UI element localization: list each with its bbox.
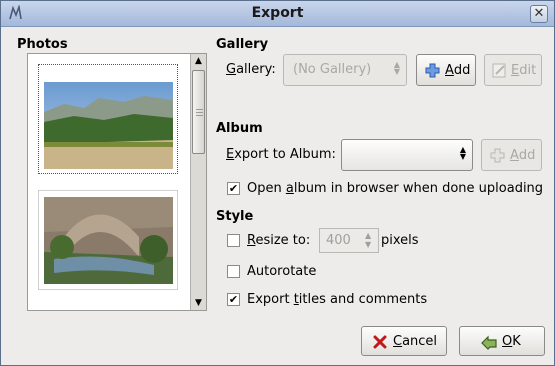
- gallery-add-label: Add: [445, 62, 471, 78]
- close-icon: ✕: [533, 6, 545, 21]
- photo-item[interactable]: [38, 190, 178, 290]
- close-button[interactable]: ✕: [530, 5, 548, 23]
- title-bar: Export ✕: [1, 1, 554, 27]
- album-label: Export to Album:: [226, 147, 336, 162]
- album-add-label: Add: [510, 147, 536, 163]
- resize-value: 400: [326, 233, 351, 248]
- album-add-button[interactable]: Add: [481, 139, 542, 171]
- photo-thumbnail: [44, 82, 173, 169]
- cancel-button[interactable]: Cancel: [361, 326, 447, 356]
- gallery-edit-button[interactable]: Edit: [484, 54, 542, 86]
- ok-label: OK: [502, 333, 521, 349]
- window-title: Export: [251, 5, 304, 21]
- photos-list[interactable]: ▲ ▼: [27, 53, 207, 311]
- checkmark-icon: ✔: [228, 293, 239, 306]
- add-icon: [490, 148, 505, 163]
- gallery-add-button[interactable]: Add: [416, 54, 476, 86]
- open-album-checkbox[interactable]: ✔: [227, 182, 240, 195]
- export-titles-checkbox[interactable]: ✔: [227, 293, 240, 306]
- autorotate-label[interactable]: Autorotate: [247, 264, 316, 279]
- gallery-select[interactable]: (No Gallery) ▲ ▼: [283, 54, 407, 86]
- photo-item[interactable]: [38, 64, 178, 174]
- spin-arrows-icon: ▲ ▼: [393, 60, 400, 76]
- gallery-edit-label: Edit: [511, 62, 537, 78]
- resize-label[interactable]: Resize to:: [247, 233, 310, 248]
- resize-unit: pixels: [381, 233, 419, 248]
- ok-button[interactable]: OK: [459, 326, 545, 356]
- resize-spinbox[interactable]: 400 ▲ ▼: [319, 228, 379, 253]
- album-heading: Album: [216, 121, 263, 136]
- style-heading: Style: [216, 209, 254, 224]
- resize-checkbox[interactable]: [227, 234, 240, 247]
- autorotate-checkbox[interactable]: [227, 265, 240, 278]
- open-album-label[interactable]: Open album in browser when done uploadin…: [247, 181, 543, 196]
- scrollbar-thumb[interactable]: [192, 70, 205, 154]
- cancel-label: Cancel: [393, 333, 438, 349]
- scroll-down-arrow-icon[interactable]: ▼: [191, 296, 206, 310]
- cancel-icon: [373, 335, 387, 349]
- gallery-label: Gallery:: [226, 62, 276, 77]
- checkmark-icon: ✔: [228, 182, 239, 195]
- edit-icon: [492, 63, 506, 78]
- photos-scrollbar[interactable]: ▲ ▼: [190, 54, 206, 310]
- scroll-up-arrow-icon[interactable]: ▲: [191, 54, 206, 68]
- spin-arrows-icon[interactable]: ▲ ▼: [365, 231, 371, 249]
- photos-heading: Photos: [17, 37, 68, 52]
- album-select[interactable]: ▲ ▼: [341, 139, 473, 171]
- export-dialog: Export ✕ Photos ▲ ▼ Gallery Gallery: (No…: [0, 0, 555, 366]
- add-icon: [425, 63, 440, 78]
- gallery-heading: Gallery: [216, 37, 269, 52]
- spin-arrows-icon: ▲ ▼: [459, 145, 466, 161]
- ok-icon: [481, 335, 497, 350]
- gallery-select-value: (No Gallery): [293, 62, 372, 77]
- export-titles-label[interactable]: Export titles and comments: [247, 292, 427, 307]
- photo-thumbnail: [44, 197, 173, 284]
